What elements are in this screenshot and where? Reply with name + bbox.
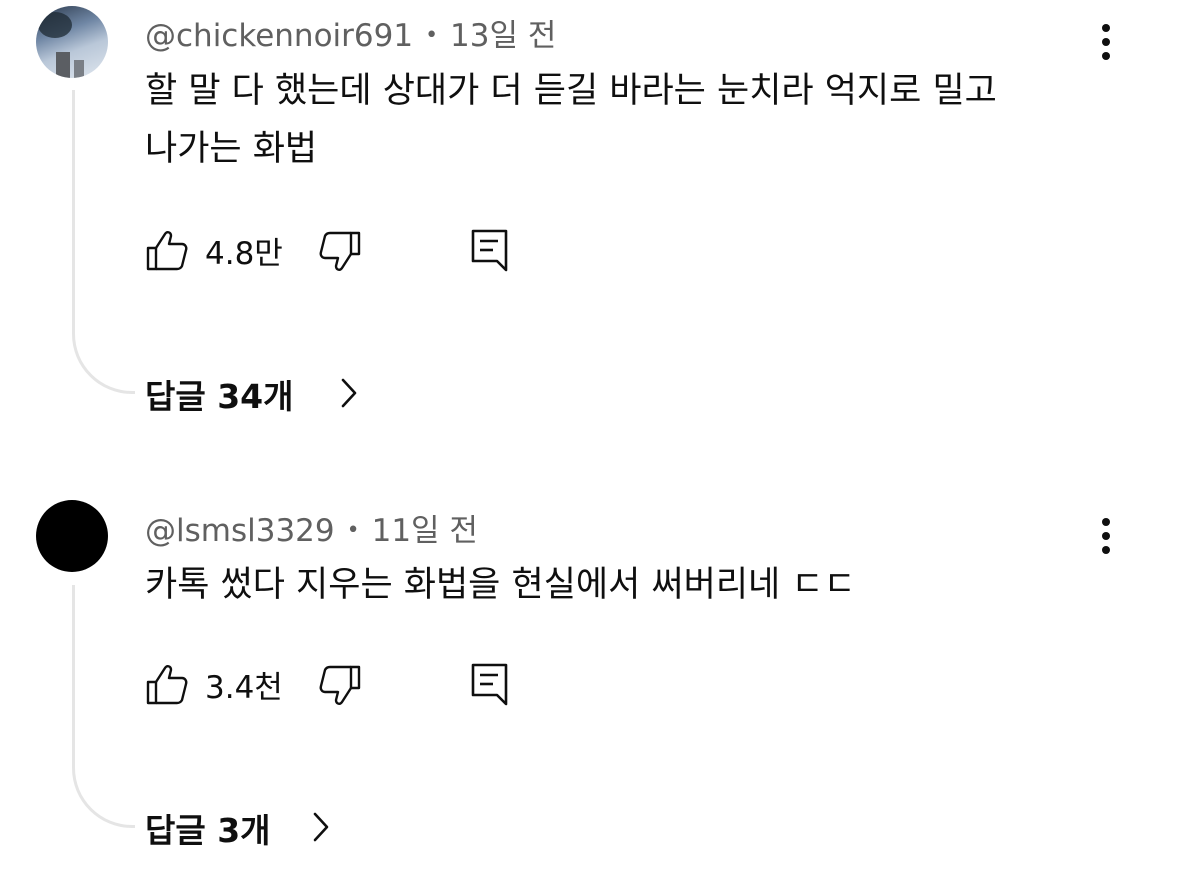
comment-time: 11일 전 xyxy=(371,513,478,549)
author-handle[interactable]: @lsmsl3329 xyxy=(145,513,335,549)
comment-text-line: 카톡 썼다 지우는 화법을 현실에서 써버리네 ㄷㄷ xyxy=(145,565,856,605)
chevron-right-icon[interactable] xyxy=(312,811,330,843)
more-options-dot xyxy=(1102,532,1110,540)
replies-label: 답글 3개 xyxy=(145,811,271,850)
view-replies-button[interactable]: 답글 3개 xyxy=(145,804,271,852)
dislike-icon[interactable] xyxy=(318,664,362,708)
more-options-icon xyxy=(1102,518,1110,526)
thread-line xyxy=(72,585,135,828)
comment-meta: @lsmsl3329 • 11일 전 xyxy=(145,505,478,550)
like-count: 3.4천 xyxy=(205,670,283,706)
more-options-button[interactable] xyxy=(1091,514,1121,558)
more-options-dot xyxy=(1102,546,1110,554)
author-avatar[interactable] xyxy=(36,500,108,572)
comment-actions: 3.4천 xyxy=(145,658,545,708)
like-icon[interactable] xyxy=(145,662,189,706)
meta-separator: • xyxy=(346,518,360,543)
reply-icon[interactable] xyxy=(470,662,510,706)
comment-item: @lsmsl3329 • 11일 전 카톡 썼다 지우는 화법을 현실에서 써버리네… xyxy=(0,0,1179,893)
comment-text: 카톡 썼다 지우는 화법을 현실에서 써버리네 ㄷㄷ xyxy=(145,556,1135,614)
